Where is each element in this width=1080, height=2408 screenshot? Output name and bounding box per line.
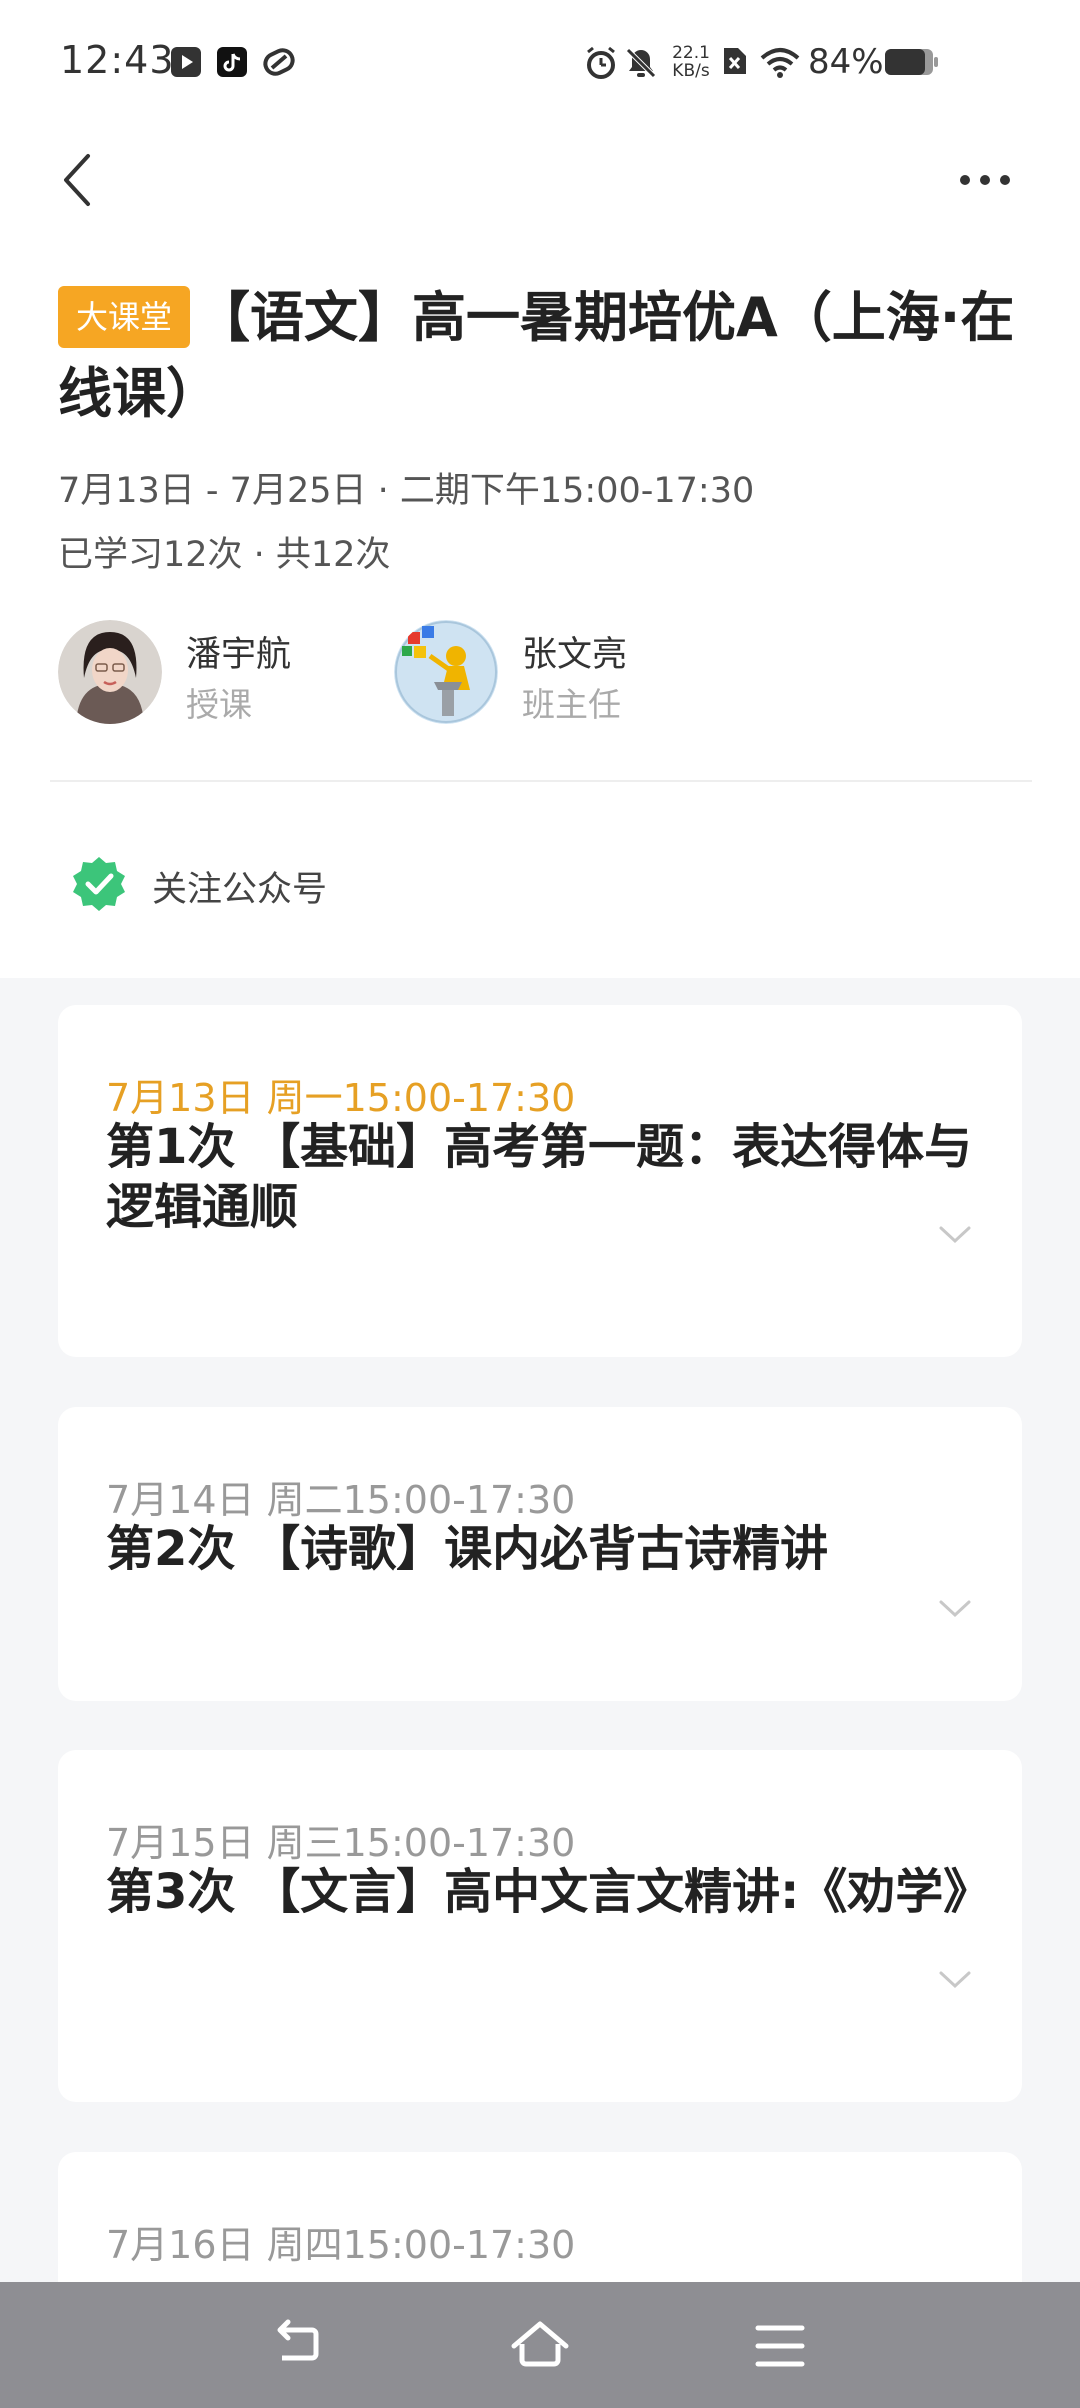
nav-back-icon[interactable] bbox=[270, 2318, 330, 2374]
lesson-title: 第1次 【基础】高考第一题：表达得体与逻辑通顺 bbox=[106, 1119, 973, 1235]
lesson-date: 7月15日 周三15:00-17:30 bbox=[106, 1821, 576, 1865]
status-time: 12:43 bbox=[60, 38, 175, 82]
mute-icon bbox=[626, 48, 656, 78]
video-app-icon bbox=[171, 47, 201, 77]
lesson-card[interactable]: 7月15日 周三15:00-17:30 第3次 【文言】高中文言文精讲:《劝学》 bbox=[58, 1750, 1022, 2102]
teacher-role: 班主任 bbox=[522, 685, 621, 724]
wifi-icon bbox=[760, 48, 800, 78]
teacher-card-lecturer[interactable]: 潘宇航 授课 bbox=[58, 620, 358, 730]
avatar bbox=[58, 620, 162, 724]
net-speed-unit: KB/s bbox=[672, 61, 710, 81]
more-dots-icon[interactable] bbox=[955, 160, 1015, 200]
net-speed-value: 22.1 bbox=[672, 43, 710, 63]
lesson-title: 第3次 【文言】高中文言文精讲:《劝学》 bbox=[106, 1864, 992, 1920]
course-type-badge: 大课堂 bbox=[58, 286, 191, 348]
battery-percent: 84% bbox=[808, 42, 884, 82]
link-app-icon bbox=[263, 48, 295, 76]
lesson-card[interactable]: 7月13日 周一15:00-17:30 第1次 【基础】高考第一题：表达得体与逻… bbox=[58, 1005, 1022, 1357]
course-title: 大课堂 【语文】高一暑期培优A（上海·在线课） bbox=[58, 280, 1038, 432]
lesson-date: 7月16日 周四15:00-17:30 bbox=[106, 2223, 576, 2267]
course-progress: 已学习12次 · 共12次 bbox=[58, 535, 391, 575]
follow-label: 关注公众号 bbox=[152, 870, 328, 910]
avatar bbox=[394, 620, 498, 724]
teacher-role: 授课 bbox=[186, 685, 252, 724]
chevron-down-icon[interactable] bbox=[938, 1599, 972, 1619]
status-bar: 12:43 22.1 KB/s 84% bbox=[0, 0, 1080, 125]
lesson-card[interactable]: 7月14日 周二15:00-17:30 第2次 【诗歌】课内必背古诗精讲 bbox=[58, 1407, 1022, 1701]
chevron-down-icon[interactable] bbox=[938, 1225, 972, 1245]
net-speed: 22.1 KB/s bbox=[666, 44, 716, 80]
alarm-icon bbox=[587, 46, 615, 79]
teacher-name: 潘宇航 bbox=[186, 635, 292, 675]
nav-menu-icon[interactable] bbox=[750, 2318, 810, 2374]
system-nav-bar bbox=[0, 2282, 1080, 2408]
teacher-card-head[interactable]: 张文亮 班主任 bbox=[394, 620, 694, 730]
battery-icon bbox=[885, 49, 938, 75]
course-date-range: 7月13日 - 7月25日 · 二期下午15:00-17:30 bbox=[58, 471, 755, 511]
teacher-name: 张文亮 bbox=[522, 635, 628, 675]
course-title-text: 【语文】高一暑期培优A（上海·在线课） bbox=[58, 286, 1015, 425]
lesson-date: 7月14日 周二15:00-17:30 bbox=[106, 1478, 576, 1522]
chevron-left-icon[interactable] bbox=[56, 150, 106, 210]
chevron-down-icon[interactable] bbox=[938, 1970, 972, 1990]
nav-home-icon[interactable] bbox=[510, 2318, 570, 2374]
no-sim-icon bbox=[724, 48, 746, 74]
follow-official-account[interactable]: 关注公众号 bbox=[70, 855, 370, 915]
divider bbox=[50, 780, 1032, 782]
tiktok-icon bbox=[217, 47, 247, 77]
verified-badge-icon bbox=[73, 857, 125, 911]
lesson-date: 7月13日 周一15:00-17:30 bbox=[106, 1076, 576, 1120]
lesson-title: 第2次 【诗歌】课内必背古诗精讲 bbox=[106, 1521, 829, 1577]
